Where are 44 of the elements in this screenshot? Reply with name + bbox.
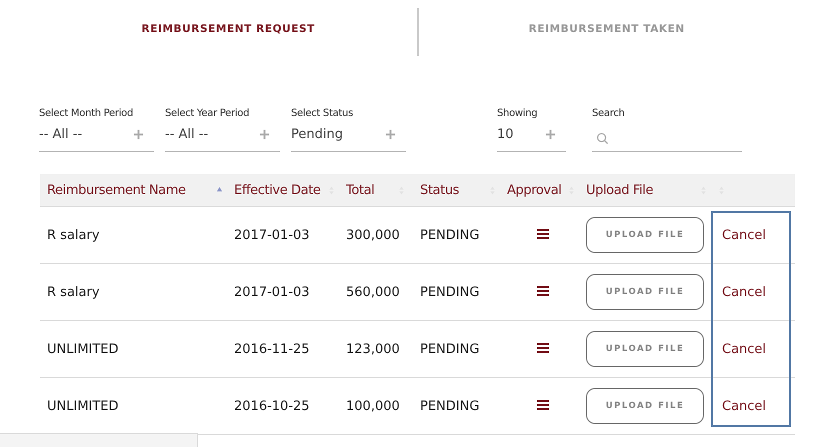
table-cell: PENDING (420, 398, 480, 414)
table-cell: UNLIMITED (47, 342, 119, 356)
table-cell: PENDING (420, 342, 480, 356)
table-cell: R salary (47, 284, 100, 300)
menu-icon[interactable] (537, 400, 549, 410)
table-cell: PENDING (420, 228, 480, 242)
table-cell: 2017-01-03 (234, 284, 310, 300)
table-cell: R salary (47, 228, 100, 242)
table-cell: 123,000 (346, 342, 400, 356)
plus-icon[interactable] (259, 129, 270, 140)
table-cell: 2016-10-25 (234, 398, 310, 414)
menu-icon[interactable] (537, 342, 549, 352)
select-field[interactable]: -- All -- (39, 124, 154, 152)
menu-icon[interactable] (537, 228, 549, 238)
field-label: Select Month Period (39, 108, 134, 121)
upload-button[interactable]: UPLOAD FILE (586, 388, 704, 424)
select-field[interactable]: -- All -- (165, 124, 280, 152)
search-icon (596, 132, 609, 145)
table-cell: 560,000 (346, 284, 400, 300)
select-field[interactable]: Pending (291, 124, 406, 152)
cancel-link[interactable]: Cancel (722, 284, 766, 300)
upload-button[interactable]: UPLOAD FILE (586, 217, 704, 253)
field-label: Search (592, 108, 626, 121)
upload-button[interactable]: UPLOAD FILE (586, 274, 704, 310)
table-cell: 300,000 (346, 228, 400, 242)
field-label: Showing (497, 108, 538, 121)
column-header[interactable]: Total (346, 182, 374, 198)
plus-icon[interactable] (133, 129, 144, 140)
table-cell: 100,000 (346, 398, 400, 414)
plus-icon[interactable] (545, 129, 556, 140)
tab[interactable]: REIMBURSEMENT REQUEST (40, 23, 416, 53)
cancel-link[interactable]: Cancel (722, 228, 766, 242)
select-field[interactable]: 10 (497, 124, 566, 152)
upload-button[interactable]: UPLOAD FILE (586, 331, 704, 367)
table-cell: 2016-11-25 (234, 342, 310, 356)
table-cell: UNLIMITED (47, 398, 119, 414)
cancel-link[interactable]: Cancel (722, 398, 766, 414)
plus-icon[interactable] (385, 129, 396, 140)
field-label: Select Year Period (165, 108, 250, 121)
cancel-link[interactable]: Cancel (722, 342, 766, 356)
table-cell: PENDING (420, 284, 480, 300)
table-cell: 2017-01-03 (234, 228, 310, 242)
menu-icon[interactable] (537, 286, 549, 296)
field-label: Select Status (291, 108, 354, 121)
